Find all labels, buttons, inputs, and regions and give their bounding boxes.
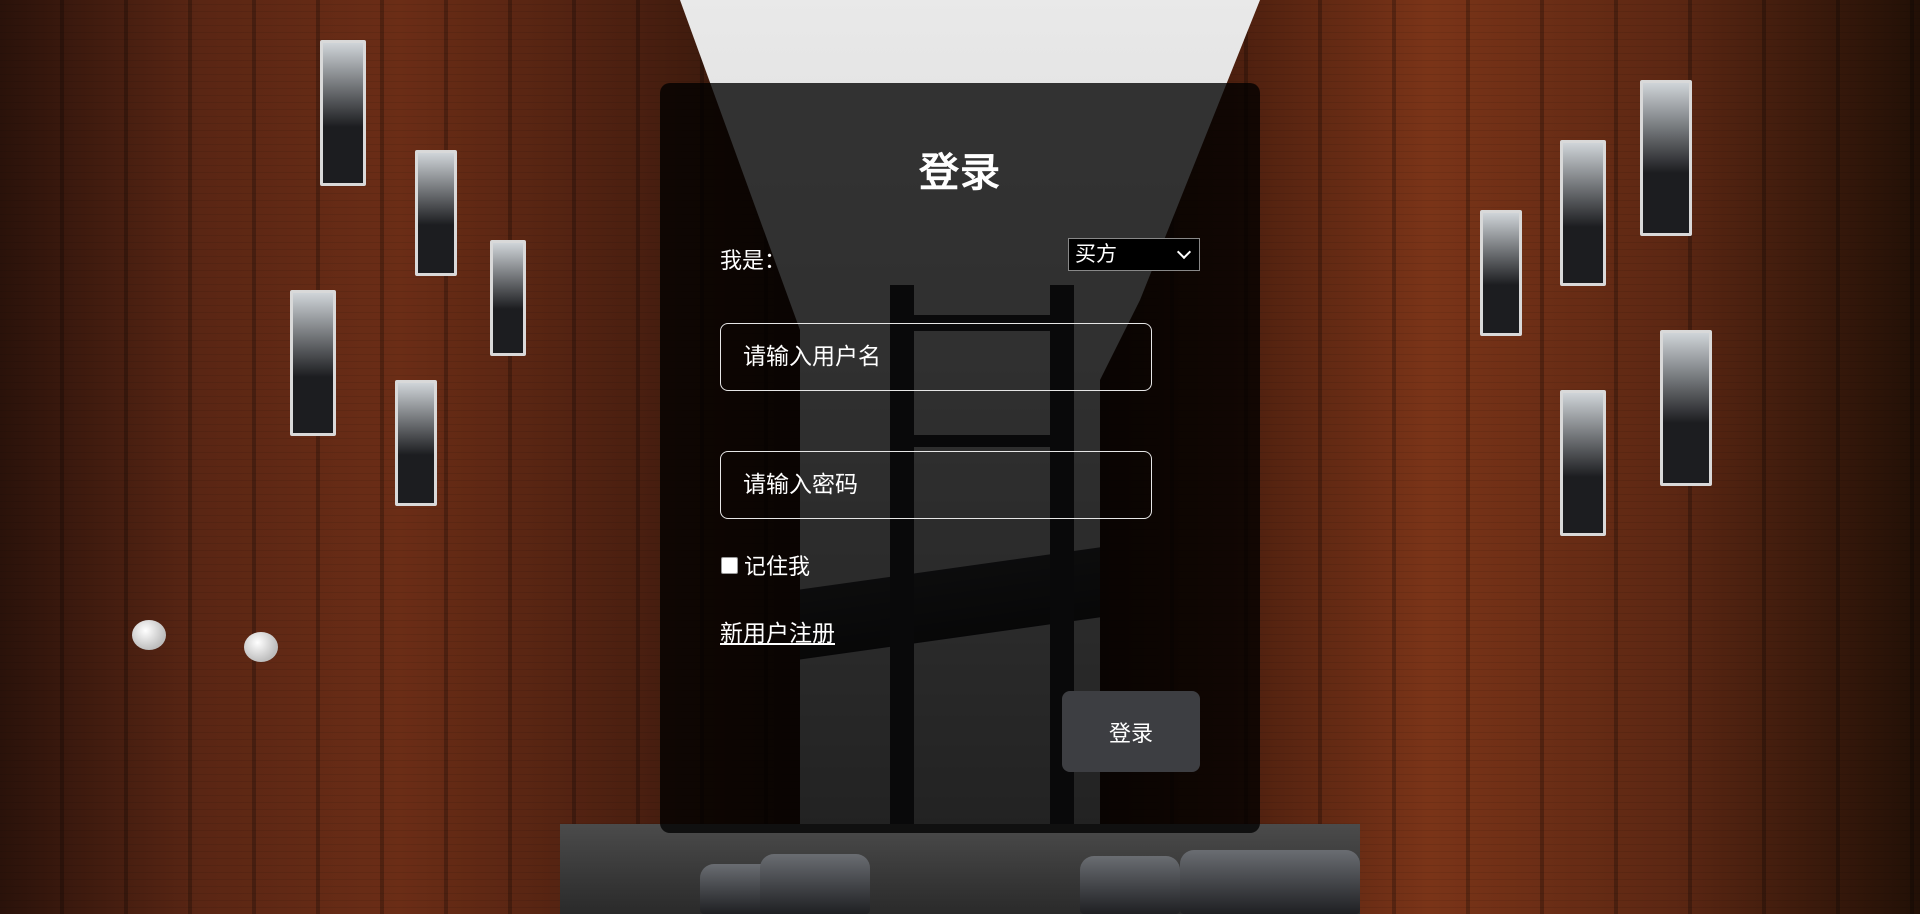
login-button[interactable]: 登录 [1062,691,1200,772]
background-window [490,240,526,356]
role-label: 我是： [720,249,787,274]
login-title: 登录 [919,150,1001,196]
login-page: 登录 我是： 买方 记住我 新用户注册 登录 [0,0,1920,914]
role-select[interactable]: 买方 [1068,238,1200,271]
register-link[interactable]: 新用户注册 [720,614,835,648]
username-input[interactable] [720,323,1152,391]
street-lamp [132,620,166,650]
background-window [1660,330,1712,486]
background-car [1180,850,1360,914]
background-window [290,290,336,436]
background-car [1080,856,1180,914]
background-window [395,380,437,506]
remember-me[interactable]: 记住我 [721,549,810,581]
password-input[interactable] [720,451,1152,519]
remember-me-checkbox[interactable] [721,556,738,574]
background-car [760,854,870,914]
street-lamp [244,632,278,662]
background-window [1480,210,1522,336]
remember-me-label: 记住我 [744,555,811,580]
background-window [1560,390,1606,536]
chevron-down-icon [1176,244,1192,260]
role-select-value: 买方 [1075,242,1117,266]
